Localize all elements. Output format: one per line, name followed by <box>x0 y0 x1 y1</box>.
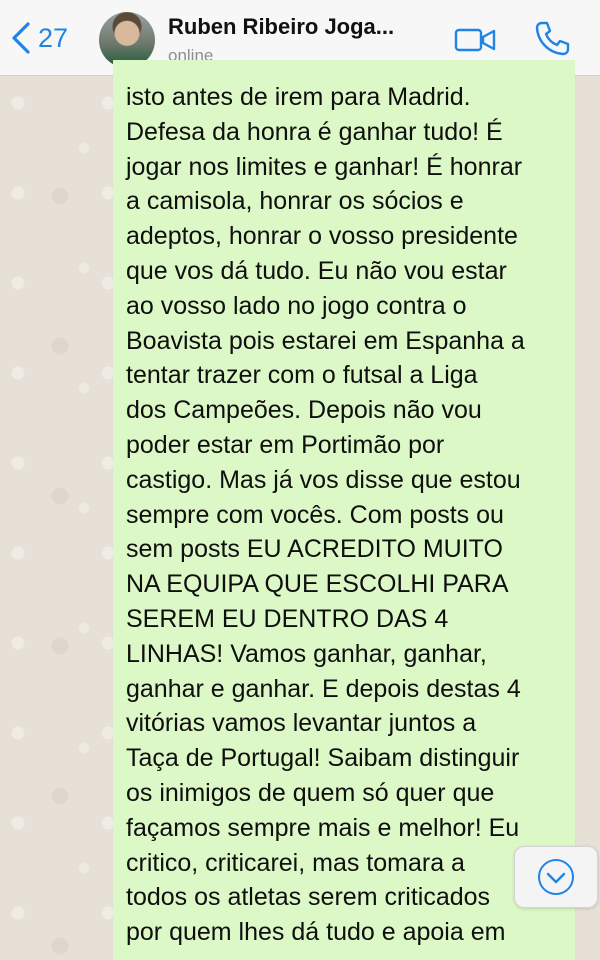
message-bubble[interactable]: isto antes de irem para Madrid. Defesa d… <box>113 60 575 960</box>
chevron-down-circle-icon <box>538 859 574 895</box>
chevron-left-icon <box>12 22 30 54</box>
back-button[interactable]: 27 <box>10 20 68 56</box>
video-camera-icon[interactable] <box>454 26 496 54</box>
contact-name[interactable]: Ruben Ribeiro Joga... <box>168 14 394 40</box>
phone-icon[interactable] <box>533 20 571 58</box>
scroll-to-bottom-button[interactable] <box>514 846 598 908</box>
unread-count: 27 <box>38 22 69 53</box>
message-text: isto antes de irem para Madrid. Defesa d… <box>126 83 525 947</box>
